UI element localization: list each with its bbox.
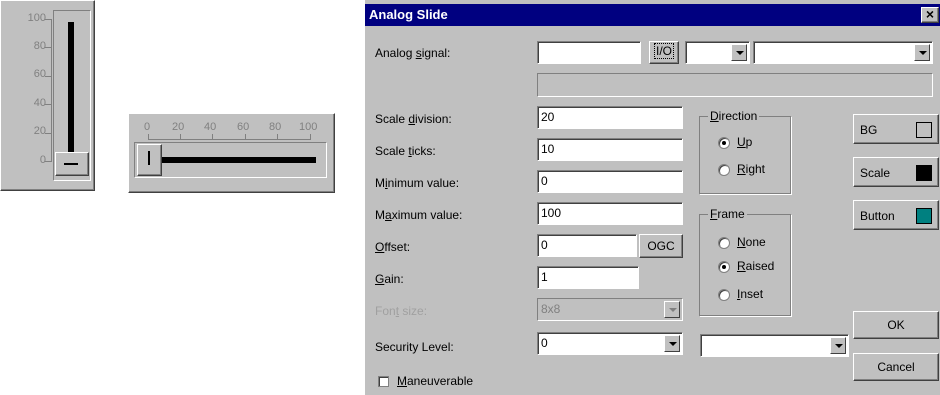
security-level-label: Security Level: [375, 340, 454, 354]
scale-label: 100 [27, 12, 46, 24]
scale-label: 20 [172, 121, 185, 133]
vertical-slider-scale: 100 80 60 40 20 0 [0, 0, 52, 191]
analog-signal-input[interactable] [537, 41, 641, 64]
scale-division-input[interactable]: 20 [537, 106, 683, 129]
direction-up-label: Up [737, 135, 753, 149]
bg-color-label: BG [860, 123, 878, 137]
io-button[interactable]: I/O [649, 41, 679, 64]
direction-right-radio[interactable] [718, 164, 730, 176]
chevron-down-icon[interactable] [664, 335, 680, 352]
cancel-button[interactable]: Cancel [853, 353, 939, 381]
frame-raised-radio[interactable] [718, 261, 730, 273]
chevron-down-icon[interactable] [830, 337, 846, 354]
security-level-dropdown[interactable]: 0 [537, 332, 683, 355]
minimum-value-input[interactable]: 0 [537, 170, 683, 193]
font-size-label: Font size: [375, 304, 428, 318]
chevron-down-icon[interactable] [914, 44, 930, 61]
direction-up-radio[interactable] [718, 137, 730, 149]
chevron-down-icon[interactable] [731, 44, 747, 61]
close-button[interactable]: × [921, 7, 939, 23]
bg-color-swatch [916, 122, 932, 138]
security-level-value: 0 [541, 336, 548, 350]
horizontal-slider-thumb[interactable] [137, 144, 162, 176]
scale-label: 40 [204, 121, 217, 133]
font-size-value: 8x8 [541, 302, 561, 316]
title-bar: Analog Slide × [365, 4, 940, 26]
maximum-value-input[interactable]: 100 [537, 202, 683, 225]
offset-input[interactable]: 0 [537, 234, 637, 257]
horizontal-slider-scale: 0 20 40 60 80 100 [128, 113, 335, 143]
frame-title: Frame [708, 207, 747, 221]
analog-signal-label: Analog signal: [375, 46, 451, 60]
direction-title: Direction [708, 109, 760, 123]
analog-slide-dialog: Analog Slide × Analog signal: I/O Scale … [364, 0, 940, 395]
frame-group: Frame None Raised Inset [699, 207, 791, 316]
ok-button[interactable]: OK [853, 311, 939, 339]
scale-division-label: Scale division: [375, 112, 452, 126]
frame-inset-label: Inset [737, 287, 764, 301]
frame-raised-label: Raised [737, 259, 775, 273]
scale-ticks-input[interactable]: 10 [537, 138, 683, 161]
scale-label: 80 [269, 121, 282, 133]
scale-ticks-label: Scale ticks: [375, 144, 436, 158]
security-group-dropdown[interactable] [700, 334, 849, 357]
maximum-value-label: Maximum value: [375, 208, 463, 222]
offset-label: Offset: [375, 240, 411, 254]
minimum-value-label: Minimum value: [375, 176, 460, 190]
button-color-swatch [916, 208, 932, 224]
signal-description-field [537, 73, 933, 97]
bg-color-button[interactable]: BG [853, 114, 939, 144]
scale-label: 60 [237, 121, 250, 133]
close-icon: × [925, 6, 935, 22]
gain-label: Gain: [375, 272, 404, 286]
chevron-down-icon [664, 301, 680, 318]
ogc-button[interactable]: OGC [639, 234, 683, 258]
scale-color-label: Scale [860, 166, 891, 180]
scale-color-swatch [916, 165, 932, 181]
scale-label: 20 [33, 125, 46, 137]
button-color-button[interactable]: Button [853, 200, 939, 230]
scale-label: 40 [33, 97, 46, 109]
scale-label: 100 [299, 121, 318, 133]
scale-color-button[interactable]: Scale [853, 157, 939, 187]
frame-none-label: None [737, 235, 766, 249]
direction-group: Direction Up Right [699, 109, 791, 194]
frame-inset-radio[interactable] [718, 289, 730, 301]
maneuverable-label: Maneuverable [397, 374, 474, 388]
scale-label: 80 [33, 40, 46, 52]
maneuverable-checkbox[interactable] [378, 376, 389, 387]
dialog-title: Analog Slide [369, 7, 448, 22]
vertical-slider-fill [68, 22, 74, 164]
direction-right-label: Right [737, 162, 766, 176]
font-size-dropdown: 8x8 [537, 298, 683, 321]
signal-source-dropdown[interactable] [753, 41, 933, 64]
horizontal-slider-fill [147, 157, 316, 163]
scale-label: 0 [144, 121, 151, 133]
vertical-slider-thumb[interactable] [55, 152, 89, 176]
frame-none-radio[interactable] [718, 237, 730, 249]
signal-type-dropdown[interactable] [685, 41, 750, 64]
gain-input[interactable]: 1 [537, 266, 639, 289]
scale-label: 0 [39, 154, 46, 166]
scale-label: 60 [33, 68, 46, 80]
button-color-label: Button [860, 209, 895, 223]
